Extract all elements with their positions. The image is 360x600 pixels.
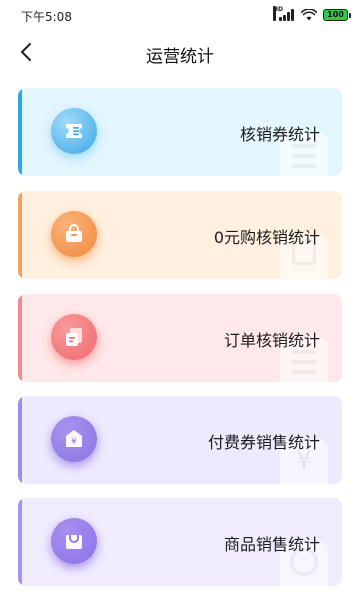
svg-text:¥: ¥ <box>71 437 77 447</box>
order-icon <box>51 314 97 360</box>
paid-coupon-icon: ¥ <box>51 416 97 462</box>
product-icon <box>51 518 97 564</box>
card-accent-bar <box>18 294 22 382</box>
card-accent-bar <box>18 498 22 586</box>
page-title: 运营统计 <box>146 47 214 67</box>
battery-level: 100 <box>327 10 344 19</box>
card-label: 付费券销售统计 <box>207 433 320 452</box>
card-label: 订单核销统计 <box>223 331 320 350</box>
card-zero-yuan-purchase-stats[interactable]: 0元购核销统计 <box>18 191 342 279</box>
card-accent-bar <box>18 396 22 484</box>
card-accent-bar <box>18 191 22 279</box>
nav-bar: 运营统计 <box>0 30 360 76</box>
signal-icon: HD <box>273 6 295 21</box>
status-bar: 下午5:08 HD 100 <box>0 0 360 30</box>
status-icons: HD 100 <box>273 6 351 22</box>
card-accent-bar <box>18 88 22 176</box>
shopping-bag-icon <box>51 211 97 257</box>
card-label: 核销券统计 <box>239 125 320 144</box>
card-product-sales-stats[interactable]: 商品销售统计 <box>18 498 342 586</box>
ticket-icon <box>51 108 97 154</box>
card-voucher-redemption-stats[interactable]: 核销券统计 <box>18 88 342 176</box>
card-paid-coupon-sales-stats[interactable]: ¥ ¥ 付费券销售统计 <box>18 396 342 484</box>
card-label: 0元购核销统计 <box>213 228 320 247</box>
card-label: 商品销售统计 <box>223 535 320 554</box>
battery-icon: 100 <box>323 9 351 21</box>
status-time: 下午5:08 <box>21 10 72 24</box>
card-order-redemption-stats[interactable]: 订单核销统计 <box>18 294 342 382</box>
wifi-icon <box>301 9 317 21</box>
signal-tag: HD <box>273 6 283 21</box>
